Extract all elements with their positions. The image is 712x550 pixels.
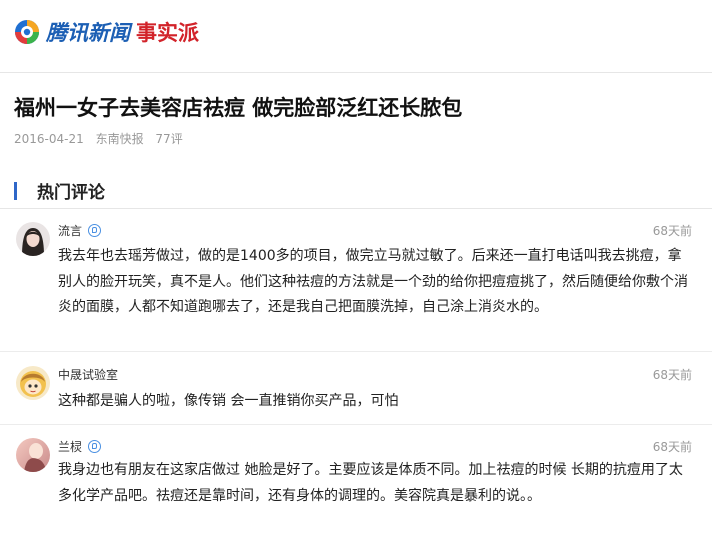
hot-comments-header: 热门评论: [14, 178, 105, 203]
logo-text: 腾讯新闻: [46, 21, 130, 45]
header: 腾讯新闻 事实派: [0, 0, 712, 73]
comment-author[interactable]: 流言: [58, 222, 102, 239]
comment-author[interactable]: 兰棂: [58, 438, 102, 455]
article-source[interactable]: 东南快报: [96, 132, 144, 146]
comment-divider: [0, 424, 712, 425]
avatar[interactable]: [16, 366, 50, 400]
verified-icon: [88, 440, 102, 453]
user-avatar-icon: [16, 222, 50, 256]
comment-time: 68天前: [652, 224, 692, 238]
article-meta: 2016-04-21 东南快报 77评: [14, 130, 191, 147]
section-title: 热门评论: [37, 183, 105, 203]
verified-icon: [88, 224, 102, 237]
author-name: 中晟试验室: [58, 368, 119, 382]
avatar[interactable]: [16, 222, 50, 256]
column-tag[interactable]: 事实派: [136, 17, 199, 47]
article-date: 2016-04-21: [14, 132, 84, 146]
article-title: 福州一女子去美容店祛痘 做完脸部泛红还长脓包: [14, 96, 463, 120]
article-comment-count[interactable]: 77评: [155, 132, 182, 146]
comment-text: 我身边也有朋友在这家店做过 她脸是好了。主要应该是体质不同。加上祛痘的时候 长期…: [58, 462, 683, 504]
user-avatar-icon: [16, 366, 50, 400]
site-logo[interactable]: 腾讯新闻 事实派: [14, 17, 199, 47]
comment-text: 这种都是骗人的啦，像传销 会一直推销你买产品，可怕: [58, 393, 399, 409]
comment-author[interactable]: 中晟试验室: [58, 366, 118, 383]
comment-time: 68天前: [652, 440, 692, 454]
user-avatar-icon: [16, 438, 50, 472]
comment-time: 68天前: [652, 368, 692, 382]
comment-divider: [0, 351, 712, 352]
section-divider: [0, 208, 712, 209]
section-accent-bar: [14, 181, 17, 200]
avatar[interactable]: [16, 438, 50, 472]
tencent-news-logo-icon: [15, 20, 39, 44]
comment-text: 我去年也去瑶芳做过，做的是1400多的项目，做完立马就过敏了。后来还一直打电话叫…: [58, 248, 688, 315]
author-name: 流言: [58, 224, 83, 238]
author-name: 兰棂: [58, 440, 83, 454]
